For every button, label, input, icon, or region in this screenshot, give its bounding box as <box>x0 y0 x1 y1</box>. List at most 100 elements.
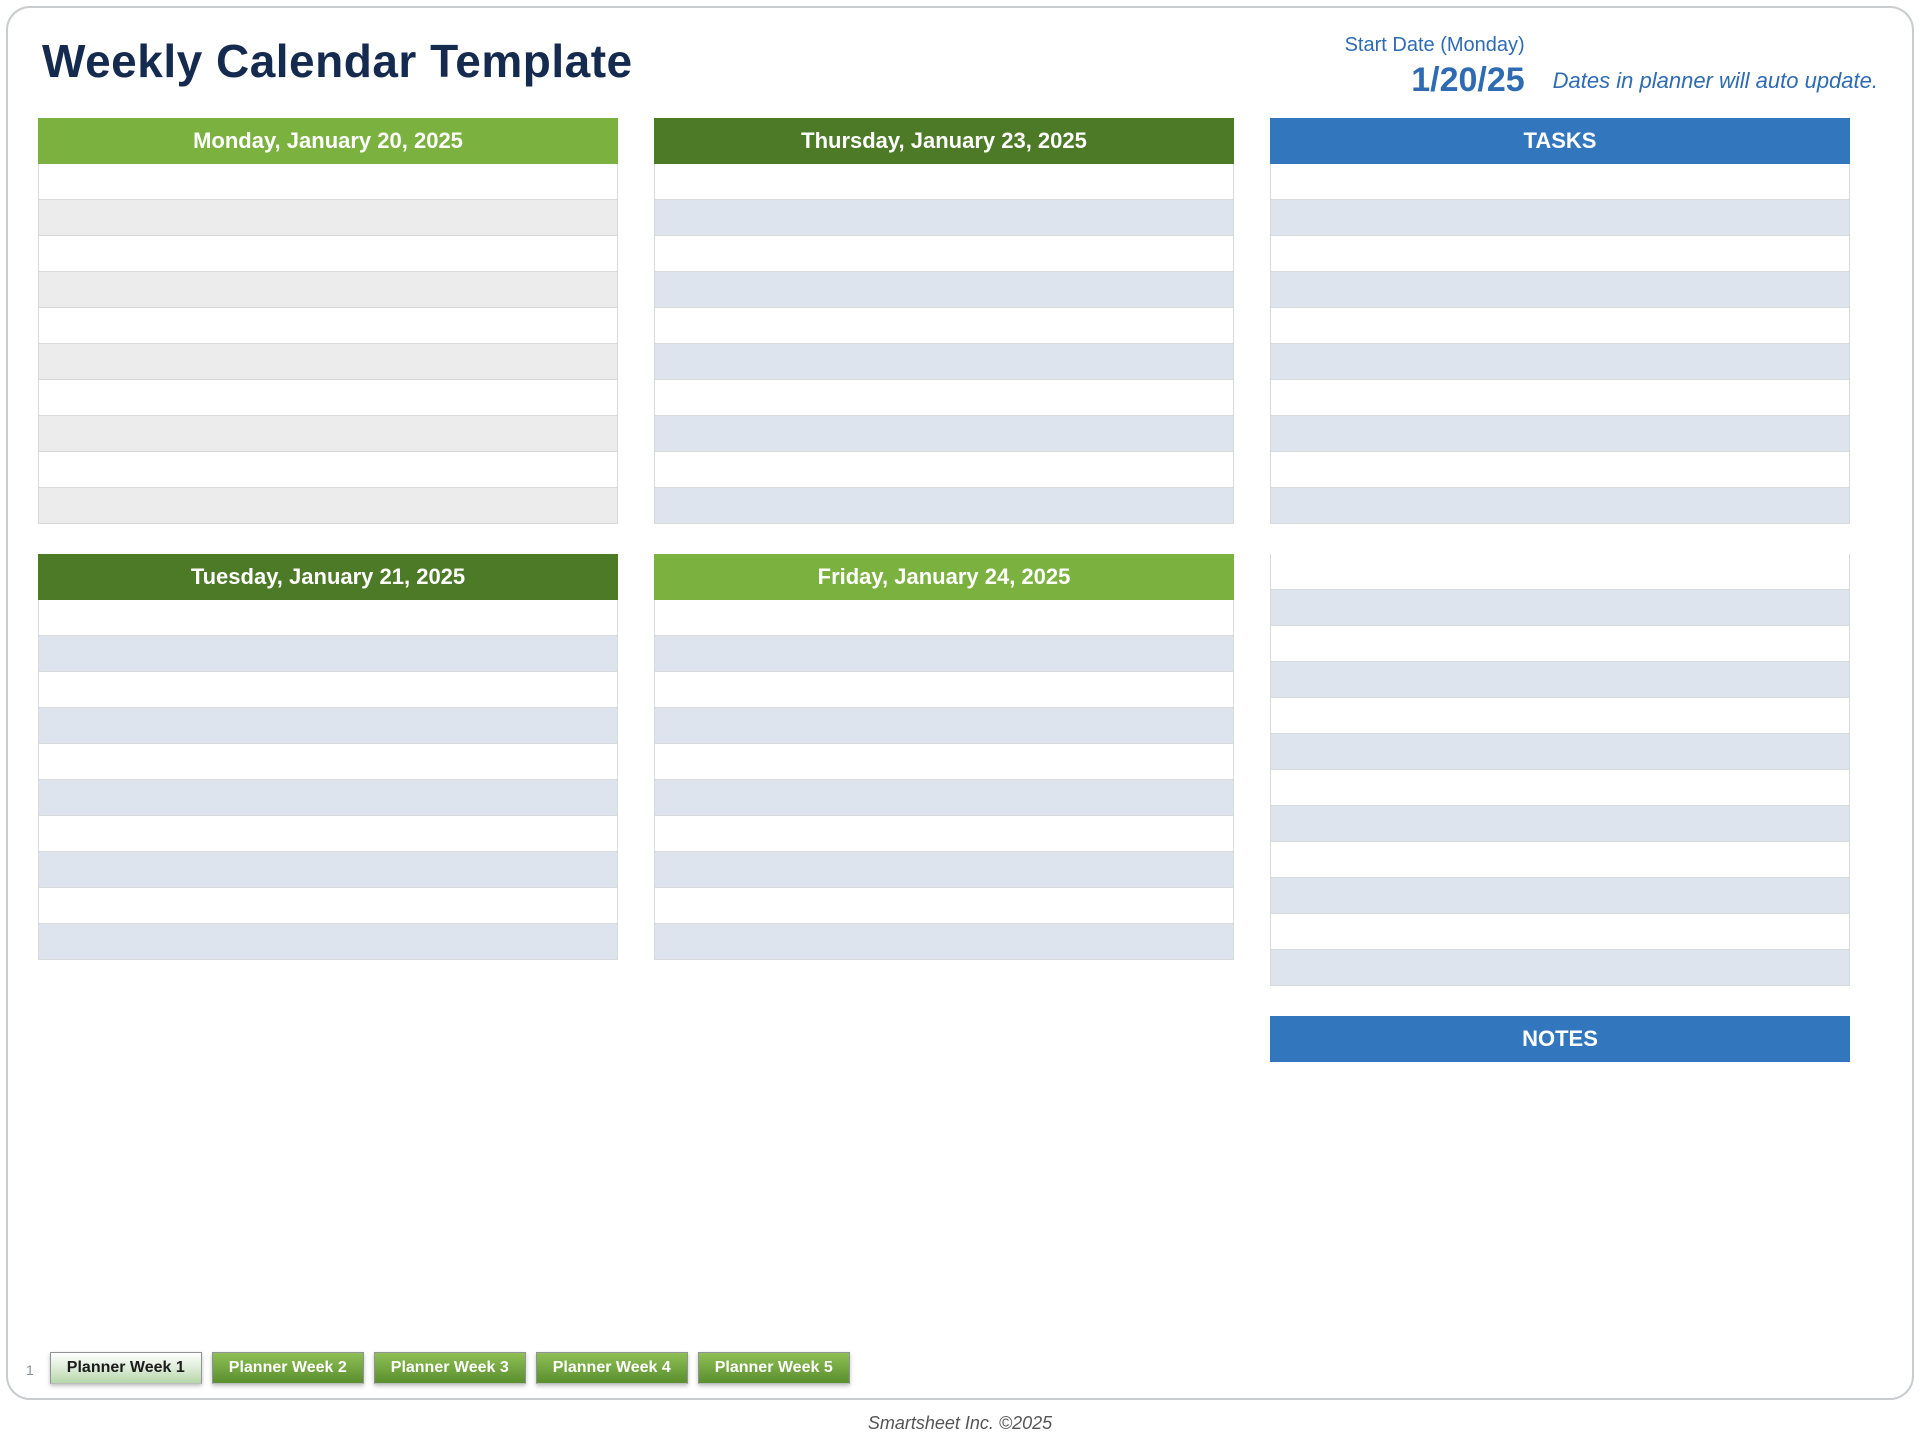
list-row[interactable] <box>38 200 618 236</box>
list-row[interactable] <box>1270 734 1850 770</box>
list-row[interactable] <box>654 852 1234 888</box>
column-right: TASKS NOTES <box>1270 118 1850 1062</box>
list-row[interactable] <box>1270 950 1850 986</box>
list-row[interactable] <box>654 780 1234 816</box>
notes-block: NOTES <box>1270 1016 1850 1062</box>
list-row[interactable] <box>654 600 1234 636</box>
sheet-tabs: 1 Planner Week 1 Planner Week 2 Planner We… <box>26 1352 850 1384</box>
list-row[interactable] <box>654 924 1234 960</box>
list-row[interactable] <box>38 488 618 524</box>
day-rows-monday[interactable] <box>38 164 618 524</box>
list-row[interactable] <box>654 164 1234 200</box>
list-row[interactable] <box>654 452 1234 488</box>
sheet-tab[interactable]: Planner Week 4 <box>536 1352 688 1384</box>
list-row[interactable] <box>38 924 618 960</box>
list-row[interactable] <box>38 708 618 744</box>
list-row[interactable] <box>654 308 1234 344</box>
list-row[interactable] <box>654 636 1234 672</box>
list-row[interactable] <box>654 272 1234 308</box>
day-header-friday: Friday, January 24, 2025 <box>654 554 1234 600</box>
list-row[interactable] <box>38 416 618 452</box>
row-number-label: 1 <box>26 1362 34 1384</box>
list-row[interactable] <box>38 744 618 780</box>
list-row[interactable] <box>1270 554 1850 590</box>
list-row[interactable] <box>38 636 618 672</box>
tasks-rows-top[interactable] <box>1270 164 1850 524</box>
day-rows-tuesday[interactable] <box>38 600 618 960</box>
day-block-thursday: Thursday, January 23, 2025 <box>654 118 1234 524</box>
list-row[interactable] <box>1270 914 1850 950</box>
footer-credit: Smartsheet Inc. ©2025 <box>0 1413 1920 1434</box>
list-row[interactable] <box>38 852 618 888</box>
list-row[interactable] <box>654 488 1234 524</box>
list-row[interactable] <box>654 416 1234 452</box>
list-row[interactable] <box>1270 416 1850 452</box>
list-row[interactable] <box>654 816 1234 852</box>
page-frame: Weekly Calendar Template Start Date (Mon… <box>6 6 1914 1400</box>
tasks-block: TASKS <box>1270 118 1850 524</box>
list-row[interactable] <box>38 452 618 488</box>
list-row[interactable] <box>1270 488 1850 524</box>
list-row[interactable] <box>1270 452 1850 488</box>
list-row[interactable] <box>654 708 1234 744</box>
tasks-rows-bottom[interactable] <box>1270 554 1850 986</box>
start-date-caption: Start Date (Monday) <box>1345 34 1525 57</box>
day-header-thursday: Thursday, January 23, 2025 <box>654 118 1234 164</box>
sheet-tab[interactable]: Planner Week 2 <box>212 1352 364 1384</box>
list-row[interactable] <box>654 236 1234 272</box>
auto-update-hint: Dates in planner will auto update. <box>1553 68 1878 100</box>
list-row[interactable] <box>38 308 618 344</box>
day-block-friday: Friday, January 24, 2025 <box>654 554 1234 960</box>
list-row[interactable] <box>654 672 1234 708</box>
sheet-tab[interactable]: Planner Week 1 <box>50 1352 202 1384</box>
day-rows-friday[interactable] <box>654 600 1234 960</box>
list-row[interactable] <box>1270 200 1850 236</box>
tasks-block-continued <box>1270 554 1850 986</box>
day-rows-thursday[interactable] <box>654 164 1234 524</box>
list-row[interactable] <box>38 344 618 380</box>
tasks-header: TASKS <box>1270 118 1850 164</box>
list-row[interactable] <box>38 888 618 924</box>
list-row[interactable] <box>1270 626 1850 662</box>
list-row[interactable] <box>38 380 618 416</box>
sheet-tab[interactable]: Planner Week 5 <box>698 1352 850 1384</box>
list-row[interactable] <box>38 816 618 852</box>
list-row[interactable] <box>1270 590 1850 626</box>
column-middle: Thursday, January 23, 2025 Friday, Janua… <box>654 118 1234 960</box>
list-row[interactable] <box>38 780 618 816</box>
start-date-value[interactable]: 1/20/25 <box>1345 61 1525 100</box>
list-row[interactable] <box>38 272 618 308</box>
column-left: Monday, January 20, 2025 Tuesday, Januar… <box>38 118 618 960</box>
list-row[interactable] <box>654 200 1234 236</box>
list-row[interactable] <box>654 888 1234 924</box>
list-row[interactable] <box>38 236 618 272</box>
list-row[interactable] <box>38 164 618 200</box>
list-row[interactable] <box>1270 662 1850 698</box>
list-row[interactable] <box>1270 878 1850 914</box>
sheet-tab[interactable]: Planner Week 3 <box>374 1352 526 1384</box>
list-row[interactable] <box>1270 380 1850 416</box>
list-row[interactable] <box>654 344 1234 380</box>
list-row[interactable] <box>1270 842 1850 878</box>
list-row[interactable] <box>654 380 1234 416</box>
list-row[interactable] <box>1270 770 1850 806</box>
notes-header: NOTES <box>1270 1016 1850 1062</box>
list-row[interactable] <box>1270 698 1850 734</box>
day-block-monday: Monday, January 20, 2025 <box>38 118 618 524</box>
calendar-columns: Monday, January 20, 2025 Tuesday, Januar… <box>38 118 1882 1062</box>
start-date-block: Start Date (Monday) 1/20/25 Dates in pla… <box>1345 34 1878 100</box>
day-header-tuesday: Tuesday, January 21, 2025 <box>38 554 618 600</box>
list-row[interactable] <box>38 600 618 636</box>
header: Weekly Calendar Template Start Date (Mon… <box>38 28 1882 118</box>
list-row[interactable] <box>38 672 618 708</box>
list-row[interactable] <box>1270 236 1850 272</box>
list-row[interactable] <box>1270 806 1850 842</box>
page-title: Weekly Calendar Template <box>42 34 633 88</box>
day-header-monday: Monday, January 20, 2025 <box>38 118 618 164</box>
list-row[interactable] <box>1270 272 1850 308</box>
day-block-tuesday: Tuesday, January 21, 2025 <box>38 554 618 960</box>
list-row[interactable] <box>654 744 1234 780</box>
list-row[interactable] <box>1270 344 1850 380</box>
list-row[interactable] <box>1270 164 1850 200</box>
list-row[interactable] <box>1270 308 1850 344</box>
